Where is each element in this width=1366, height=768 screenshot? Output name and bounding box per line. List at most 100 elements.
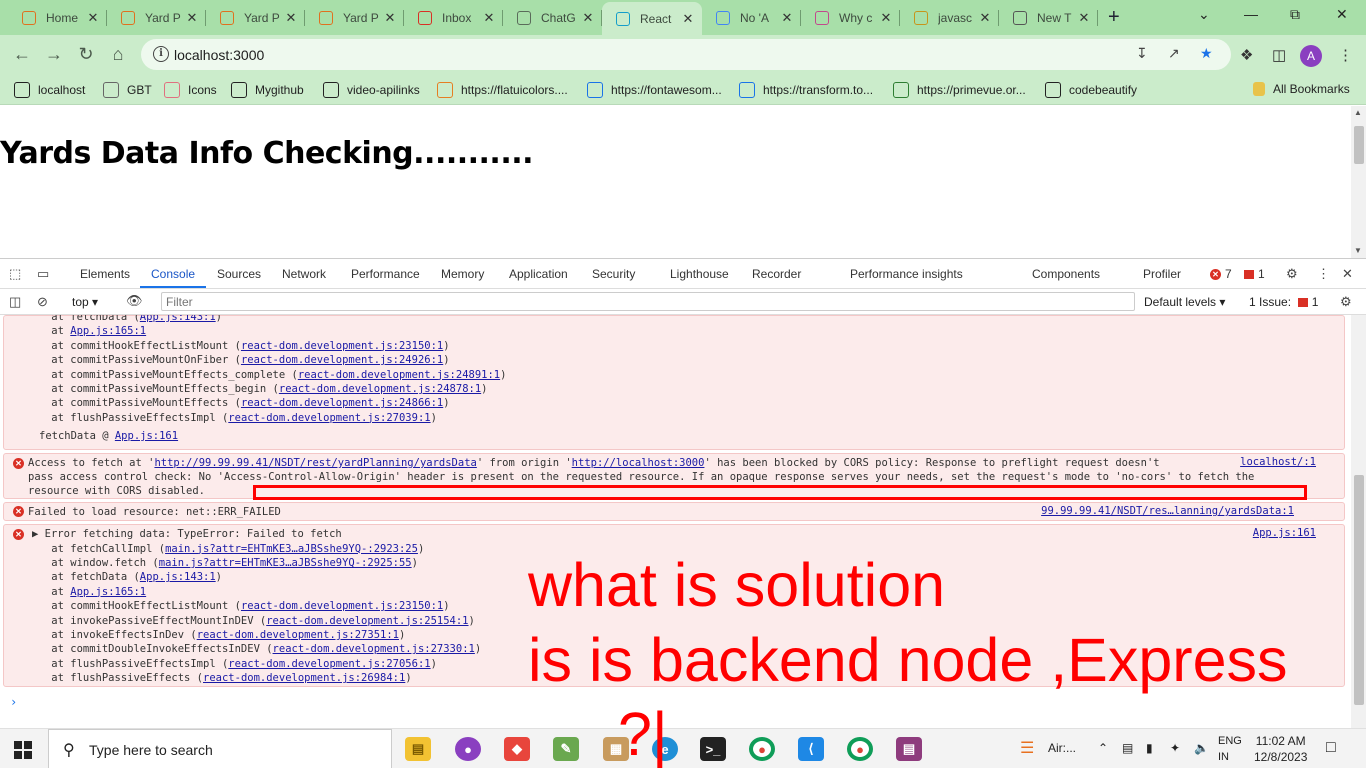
tab-close-icon[interactable]: ✕: [878, 10, 894, 26]
bookmark-item[interactable]: localhost: [14, 82, 85, 98]
menu-kebab-icon[interactable]: ⋮: [1338, 46, 1353, 64]
browser-tab[interactable]: No 'A ✕: [702, 4, 801, 31]
notepad-icon[interactable]: ✎: [553, 737, 579, 761]
side-panel-icon[interactable]: ◫: [1272, 46, 1286, 64]
settings-gear-icon[interactable]: ⚙: [1286, 266, 1298, 282]
back-button[interactable]: ←: [11, 44, 33, 65]
bookmark-star-icon[interactable]: ★: [1200, 45, 1213, 62]
tab-close-icon[interactable]: ✕: [580, 10, 596, 26]
console-scrollbar[interactable]: [1351, 315, 1366, 729]
browser-tab[interactable]: Yard P ✕: [206, 4, 305, 31]
bookmark-item[interactable]: codebeautify: [1045, 82, 1137, 98]
taskbar-search[interactable]: ⚲ Type here to search: [48, 729, 392, 768]
clear-console-icon[interactable]: ⊘: [37, 294, 48, 310]
source-link[interactable]: react-dom.development.js:25154:1: [266, 615, 468, 627]
devtools-tab-profiler[interactable]: Profiler: [1143, 267, 1181, 281]
bookmark-item[interactable]: video-apilinks: [323, 82, 420, 98]
tab-close-icon[interactable]: ✕: [680, 11, 696, 27]
tab-search-icon[interactable]: ⌄: [1198, 6, 1210, 23]
source-link[interactable]: react-dom.development.js:24878:1: [279, 383, 481, 395]
source-link[interactable]: main.js?attr=EHTmKE3…aJBSshe9YQ-:2925:55: [159, 557, 412, 569]
notification-icon[interactable]: □: [1326, 739, 1336, 757]
source-link[interactable]: App.js:143:1: [140, 571, 216, 583]
close-devtools-icon[interactable]: ✕: [1342, 266, 1353, 282]
console-scroll-thumb[interactable]: [1354, 475, 1364, 705]
sidebar-toggle-icon[interactable]: ◫: [9, 294, 21, 310]
all-bookmarks[interactable]: All Bookmarks: [1253, 82, 1350, 96]
devtools-tab-elements[interactable]: Elements: [80, 267, 130, 281]
forward-button[interactable]: →: [43, 44, 65, 65]
restore-button[interactable]: ⧉: [1290, 6, 1300, 23]
inspect-element-icon[interactable]: ⬚: [9, 266, 21, 282]
source-link[interactable]: react-dom.development.js:27351:1: [197, 629, 399, 641]
scroll-up-icon[interactable]: ▲: [1354, 108, 1362, 117]
devtools-tab-performance-insights[interactable]: Performance insights: [850, 267, 963, 281]
source-link[interactable]: main.js?attr=EHTmKE3…aJBSshe9YQ-:2923:25: [165, 543, 418, 555]
live-expression-eye-icon[interactable]: 👁: [126, 293, 143, 309]
browser-tab[interactable]: Home ✕: [8, 4, 107, 31]
typeerror-head[interactable]: ▶ Error fetching data: TypeError: Failed…: [32, 527, 342, 541]
devtools-tab-memory[interactable]: Memory: [441, 267, 484, 281]
network-icon[interactable]: ▤: [1122, 741, 1133, 755]
console-settings-gear-icon[interactable]: ⚙: [1340, 294, 1352, 310]
console-prompt[interactable]: ›: [10, 695, 17, 709]
source-link[interactable]: 99.99.99.41/NSDT/res…lanning/yardsData:1: [1041, 505, 1294, 517]
vscode-icon[interactable]: ⟨: [798, 737, 824, 761]
browser-tab[interactable]: Yard P ✕: [107, 4, 206, 31]
issues-button[interactable]: 1 Issue: 1: [1249, 295, 1318, 309]
devtools-tab-console[interactable]: Console: [151, 267, 195, 281]
chrome-profile-icon[interactable]: ●: [847, 737, 873, 761]
extensions-icon[interactable]: ❖: [1240, 46, 1253, 64]
source-link[interactable]: react-dom.development.js:24926:1: [241, 354, 443, 366]
source-link[interactable]: react-dom.development.js:23150:1: [241, 340, 443, 352]
context-selector[interactable]: top ▾: [72, 295, 98, 309]
log-levels-dropdown[interactable]: Default levels ▾: [1144, 295, 1225, 309]
source-link[interactable]: react-dom.development.js:24891:1: [298, 369, 500, 381]
source-link[interactable]: react-dom.development.js:24866:1: [241, 397, 443, 409]
devtools-tab-components[interactable]: Components: [1032, 267, 1100, 281]
git-icon[interactable]: ◆: [504, 737, 530, 761]
devtools-tab-network[interactable]: Network: [282, 267, 326, 281]
chrome-icon[interactable]: ●: [749, 737, 775, 761]
weather-icon[interactable]: ☰: [1020, 738, 1034, 758]
reload-button[interactable]: ↻: [75, 44, 97, 65]
tab-close-icon[interactable]: ✕: [85, 10, 101, 26]
browser-tab[interactable]: ChatG ✕: [503, 4, 602, 31]
source-link[interactable]: react-dom.development.js:23150:1: [241, 600, 443, 612]
scroll-down-icon[interactable]: ▼: [1354, 246, 1362, 255]
bookmark-item[interactable]: https://flatuicolors....: [437, 82, 568, 98]
tab-close-icon[interactable]: ✕: [1076, 10, 1092, 26]
battery-icon[interactable]: ▮: [1146, 741, 1153, 755]
wifi-icon[interactable]: ✦: [1170, 741, 1180, 755]
devtools-tab-security[interactable]: Security: [592, 267, 635, 281]
error-count-badge[interactable]: ✕ 7: [1210, 267, 1232, 281]
page-scrollbar[interactable]: ▲ ▼: [1351, 106, 1366, 258]
volume-icon[interactable]: 🔈: [1194, 741, 1209, 755]
source-link[interactable]: localhost/:1: [1240, 456, 1316, 468]
devtools-tab-application[interactable]: Application: [509, 267, 568, 281]
source-link[interactable]: App.js:143:1: [140, 315, 216, 323]
device-toolbar-icon[interactable]: ▭: [37, 266, 49, 282]
new-tab-button[interactable]: +: [1108, 6, 1120, 29]
show-hidden-icons[interactable]: ⌃: [1098, 741, 1108, 755]
github-desktop-icon[interactable]: ●: [455, 737, 481, 761]
winrar-icon[interactable]: ▤: [896, 737, 922, 761]
profile-avatar[interactable]: A: [1300, 45, 1322, 67]
home-button[interactable]: ⌂: [107, 44, 129, 65]
issue-count-badge[interactable]: 1: [1244, 267, 1265, 281]
site-info-icon[interactable]: i: [153, 46, 169, 62]
tab-close-icon[interactable]: ✕: [481, 10, 497, 26]
source-link[interactable]: react-dom.development.js:27330:1: [273, 643, 475, 655]
bookmark-item[interactable]: https://fontawesom...: [587, 82, 722, 98]
browser-tab[interactable]: Inbox ✕: [404, 4, 503, 31]
source-link[interactable]: App.js:165:1: [70, 325, 146, 337]
terminal-icon[interactable]: >_: [700, 737, 726, 761]
devtools-tab-sources[interactable]: Sources: [217, 267, 261, 281]
devtools-tab-recorder[interactable]: Recorder: [752, 267, 801, 281]
source-link[interactable]: react-dom.development.js:27039:1: [228, 412, 430, 424]
source-link[interactable]: react-dom.development.js:26984:1: [203, 672, 405, 684]
source-link[interactable]: react-dom.development.js:27056:1: [228, 658, 430, 670]
file-explorer-icon[interactable]: ▤: [405, 737, 431, 761]
bookmark-item[interactable]: https://transform.to...: [739, 82, 873, 98]
devtools-menu-icon[interactable]: ⋮: [1317, 266, 1330, 282]
